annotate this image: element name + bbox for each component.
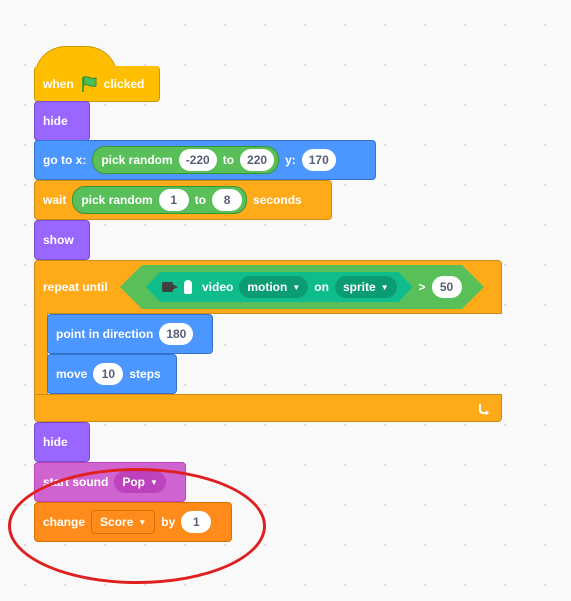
wait-block[interactable]: wait pick random 1 to 8 seconds xyxy=(34,180,332,220)
random-max-input[interactable]: 220 xyxy=(240,149,275,171)
chevron-down-icon: ▼ xyxy=(292,282,301,292)
steps-input[interactable]: 10 xyxy=(93,363,124,385)
subject-dropdown[interactable]: sprite ▼ xyxy=(335,276,397,298)
pick-random-reporter[interactable]: pick random 1 to 8 xyxy=(72,186,248,214)
attribute-dropdown[interactable]: motion ▼ xyxy=(239,276,308,298)
video-sensing-reporter[interactable]: video motion ▼ on sprite ▼ xyxy=(146,272,413,302)
go-to-x-label: go to x: xyxy=(43,153,87,167)
hide-label: hide xyxy=(43,114,68,128)
pick-random-reporter[interactable]: pick random -220 to 220 xyxy=(92,146,280,174)
greater-than-operator[interactable]: video motion ▼ on sprite ▼ > 50 xyxy=(120,265,484,309)
seconds-label: seconds xyxy=(253,193,302,207)
comparison-value-input[interactable]: 50 xyxy=(431,276,462,298)
go-to-xy-block[interactable]: go to x: pick random -220 to 220 y: 170 xyxy=(34,140,376,180)
attribute-value: motion xyxy=(247,280,288,294)
wait-label: wait xyxy=(43,193,67,207)
hide-label: hide xyxy=(43,435,68,449)
random-min-input[interactable]: -220 xyxy=(178,149,217,171)
show-block[interactable]: show xyxy=(34,220,90,260)
y-input[interactable]: 170 xyxy=(301,149,336,171)
to-label: to xyxy=(222,153,235,167)
show-label: show xyxy=(43,233,74,247)
code-workspace[interactable]: when clicked hide go to x: pick random -… xyxy=(0,0,571,601)
greater-than-label: > xyxy=(418,280,426,294)
pick-random-label: pick random xyxy=(81,193,153,207)
move-steps-block[interactable]: move 10 steps xyxy=(47,354,177,394)
direction-input[interactable]: 180 xyxy=(159,323,194,345)
hide-block[interactable]: hide xyxy=(34,422,90,462)
to-label: to xyxy=(194,193,207,207)
move-label: move xyxy=(56,367,88,381)
repeat-until-arm xyxy=(34,313,48,395)
person-icon xyxy=(184,280,192,294)
point-in-direction-block[interactable]: point in direction 180 xyxy=(47,314,213,354)
chevron-down-icon: ▼ xyxy=(380,282,389,292)
random-max-input[interactable]: 8 xyxy=(212,189,243,211)
random-min-input[interactable]: 1 xyxy=(158,189,189,211)
subject-value: sprite xyxy=(342,280,376,294)
on-label: on xyxy=(314,280,329,294)
loop-arrow-icon xyxy=(479,404,489,415)
steps-label: steps xyxy=(129,367,161,381)
green-flag-icon xyxy=(81,75,97,92)
video-label: video xyxy=(202,280,234,294)
repeat-until-bottom xyxy=(34,394,502,422)
when-flag-clicked-block[interactable]: when clicked xyxy=(34,66,160,102)
hide-block[interactable]: hide xyxy=(34,101,90,141)
point-in-direction-label: point in direction xyxy=(56,327,154,341)
video-camera-icon xyxy=(162,281,178,293)
y-label: y: xyxy=(285,153,296,167)
pick-random-label: pick random xyxy=(101,153,173,167)
red-highlight-ellipse xyxy=(8,468,266,584)
repeat-until-label: repeat until xyxy=(43,280,108,294)
when-label: when xyxy=(43,76,74,91)
clicked-label: clicked xyxy=(103,76,145,91)
